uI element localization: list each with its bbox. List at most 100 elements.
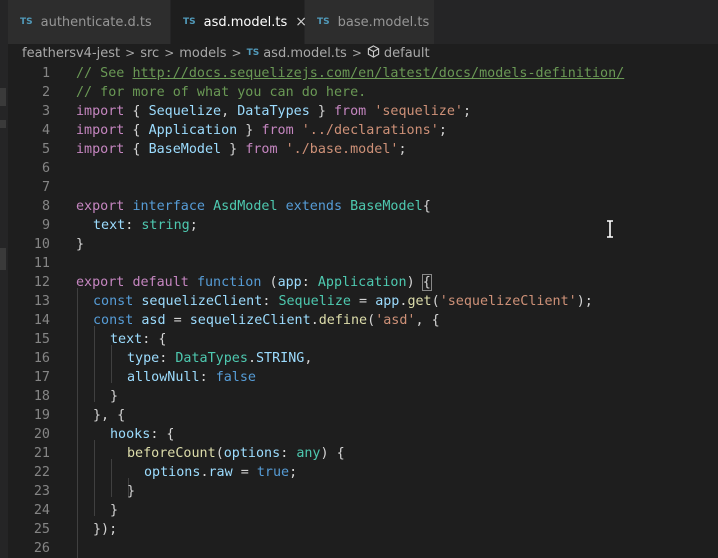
line-number: 5 bbox=[41, 142, 50, 157]
line-number: 10 bbox=[33, 237, 50, 252]
line-number: 17 bbox=[33, 370, 50, 385]
line-number: 8 bbox=[41, 199, 50, 214]
code-text: } bbox=[76, 237, 85, 252]
code-line: 8 export interface AsdModel extends BaseM… bbox=[8, 197, 718, 216]
typescript-file-icon: TS bbox=[183, 17, 196, 27]
line-number: 1 bbox=[41, 66, 50, 81]
code-line: 23} bbox=[8, 482, 718, 501]
tab-label: authenticate.d.ts bbox=[40, 14, 152, 30]
code-text: text: string; bbox=[93, 218, 198, 233]
tab-authenticate[interactable]: TS authenticate.d.ts bbox=[8, 0, 171, 44]
code-line: 12 export default function (app: Applicat… bbox=[8, 273, 718, 292]
line-number: 23 bbox=[33, 484, 50, 499]
code-text: type: DataTypes.STRING, bbox=[127, 351, 313, 366]
code-line: 22 options.raw = true; bbox=[8, 463, 718, 482]
line-number: 13 bbox=[33, 294, 50, 309]
code-text: hooks: { bbox=[110, 427, 175, 442]
line-number: 3 bbox=[41, 104, 50, 119]
breadcrumb-separator: > bbox=[351, 46, 362, 60]
code-line: 7 bbox=[8, 178, 718, 197]
code-text: import { Sequelize, DataTypes } from 'se… bbox=[76, 104, 472, 119]
line-number: 16 bbox=[33, 351, 50, 366]
code-line: 17 allowNull: false bbox=[8, 368, 718, 387]
code-text: const asd = sequelizeClient.define('asd'… bbox=[93, 313, 440, 328]
code-line: 3 import { Sequelize, DataTypes } from 's… bbox=[8, 102, 718, 121]
code-text: text: { bbox=[110, 332, 167, 347]
breadcrumb: feathersv4-jest > src > models > TS asd.… bbox=[8, 44, 718, 62]
code-text: allowNull: false bbox=[127, 370, 256, 385]
code-line: 14 const asd = sequelizeClient.define('as… bbox=[8, 311, 718, 330]
code-line: 5 import { BaseModel } from './base.model… bbox=[8, 140, 718, 159]
code-text: } bbox=[110, 503, 119, 518]
line-number: 2 bbox=[41, 85, 50, 100]
code-line: 13 const sequelizeClient: Sequelize = app… bbox=[8, 292, 718, 311]
line-number: 14 bbox=[33, 313, 50, 328]
docs-link[interactable]: http://docs.sequelizejs.com/en/latest/do… bbox=[132, 66, 624, 81]
line-number: 26 bbox=[33, 541, 50, 556]
typescript-file-icon: TS bbox=[20, 17, 33, 27]
code-text: } bbox=[110, 389, 119, 404]
line-number: 15 bbox=[33, 332, 50, 347]
line-number: 20 bbox=[33, 427, 50, 442]
code-line: 21 beforeCount(options: any) { bbox=[8, 444, 718, 463]
tab-base-model[interactable]: TS base.model.ts bbox=[305, 0, 435, 44]
code-text: export interface AsdModel extends BaseMo… bbox=[76, 199, 431, 214]
code-text: export default function (app: Applicatio… bbox=[76, 274, 432, 291]
breadcrumb-item-project[interactable]: feathersv4-jest bbox=[22, 46, 120, 61]
code-line: 24} bbox=[8, 501, 718, 520]
code-line: 4 import { Application } from '../declara… bbox=[8, 121, 718, 140]
code-text: }, { bbox=[93, 408, 126, 423]
cube-icon bbox=[367, 44, 380, 62]
line-number: 11 bbox=[33, 256, 50, 271]
line-number: 4 bbox=[41, 123, 50, 138]
code-text: // for more of what you can do here. bbox=[76, 85, 367, 100]
code-line: 6 bbox=[8, 159, 718, 178]
code-line: 25}); bbox=[8, 520, 718, 539]
line-number: 18 bbox=[33, 389, 50, 404]
breadcrumb-separator: > bbox=[164, 46, 175, 60]
typescript-file-icon: TS bbox=[317, 17, 330, 27]
code-text: }); bbox=[93, 522, 118, 537]
code-line: 19 }, { bbox=[8, 406, 718, 425]
code-line: 16 type: DataTypes.STRING, bbox=[8, 349, 718, 368]
line-number: 25 bbox=[33, 522, 50, 537]
code-text: const sequelizeClient: Sequelize = app.g… bbox=[93, 294, 593, 309]
code-text: } bbox=[127, 484, 136, 499]
tab-label: base.model.ts bbox=[337, 14, 430, 30]
activity-edge bbox=[0, 0, 8, 558]
edge-marker bbox=[0, 248, 6, 270]
line-number: 12 bbox=[33, 275, 50, 290]
edge-marker bbox=[0, 88, 6, 106]
line-number: 21 bbox=[33, 446, 50, 461]
code-editor[interactable]: 1 // See http://docs.sequelizejs.com/en/l… bbox=[8, 64, 718, 558]
line-number: 24 bbox=[33, 503, 50, 518]
code-line: 11 bbox=[8, 254, 718, 273]
line-number: 22 bbox=[33, 465, 50, 480]
edge-marker bbox=[0, 120, 6, 128]
line-number: 7 bbox=[41, 180, 50, 195]
line-number: 6 bbox=[41, 161, 50, 176]
code-line: 15 text: { bbox=[8, 330, 718, 349]
code-line: 2 // for more of what you can do here. bbox=[8, 83, 718, 102]
code-text: beforeCount(options: any) { bbox=[127, 446, 345, 461]
code-line: 26 bbox=[8, 539, 718, 558]
code-text: // See http://docs.sequelizejs.com/en/la… bbox=[76, 66, 625, 81]
line-number: 9 bbox=[41, 218, 50, 233]
code-line: 18} bbox=[8, 387, 718, 406]
breadcrumb-item-symbol[interactable]: default bbox=[384, 46, 430, 61]
breadcrumb-item-models[interactable]: models bbox=[179, 46, 226, 61]
tab-label: asd.model.ts bbox=[203, 14, 288, 30]
breadcrumb-item-file[interactable]: asd.model.ts bbox=[263, 46, 347, 61]
code-text: import { Application } from '../declarat… bbox=[76, 123, 447, 138]
breadcrumb-separator: > bbox=[125, 46, 136, 60]
line-number: 19 bbox=[33, 408, 50, 423]
breadcrumb-item-src[interactable]: src bbox=[140, 46, 159, 61]
text-cursor-icon bbox=[606, 220, 614, 242]
code-line: 20 hooks: { bbox=[8, 425, 718, 444]
typescript-file-icon: TS bbox=[246, 48, 260, 58]
tab-asd-model[interactable]: TS asd.model.ts × bbox=[171, 0, 307, 44]
code-line: 1 // See http://docs.sequelizejs.com/en/l… bbox=[8, 64, 718, 83]
code-text: options.raw = true; bbox=[144, 465, 298, 480]
breadcrumb-separator: > bbox=[231, 46, 242, 60]
code-text: import { BaseModel } from './base.model'… bbox=[76, 142, 407, 157]
